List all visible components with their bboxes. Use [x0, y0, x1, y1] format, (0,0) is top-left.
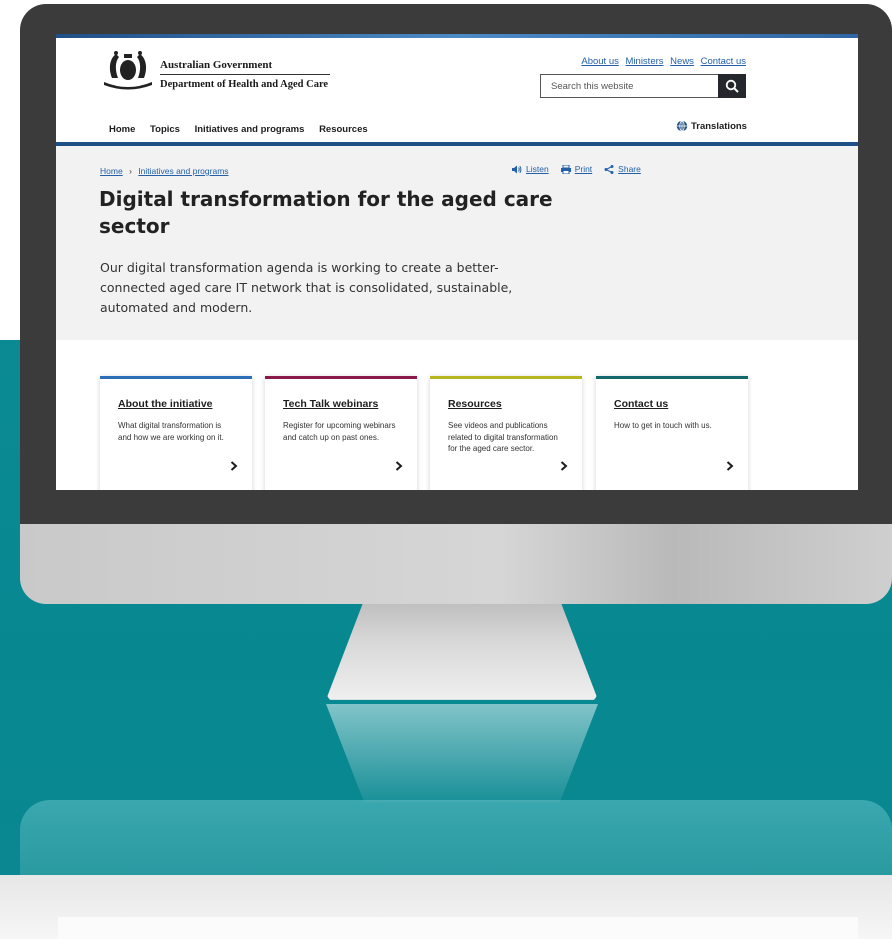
- card-title: Tech Talk webinars: [283, 398, 379, 410]
- listen-label: Listen: [526, 164, 549, 174]
- printer-icon: [560, 164, 571, 174]
- chevron-right-icon: [395, 461, 403, 471]
- about-us-link[interactable]: About us: [581, 56, 619, 67]
- monitor-reflection: [20, 800, 892, 875]
- card-contact-us[interactable]: Contact us How to get in touch with us.: [596, 376, 748, 490]
- card-accent-bar: [265, 376, 417, 379]
- share-label: Share: [618, 164, 641, 174]
- coat-of-arms-icon: [104, 51, 152, 90]
- monitor-screen: Australian Government Department of Heal…: [56, 34, 858, 490]
- translations-button[interactable]: Translations: [676, 120, 747, 132]
- print-label: Print: [574, 164, 593, 174]
- breadcrumb-home[interactable]: Home: [100, 166, 123, 176]
- share-icon: [604, 164, 614, 174]
- main-nav: Home Topics Initiatives and programs Res…: [109, 124, 380, 135]
- card-title: About the initiative: [118, 398, 213, 410]
- card-tech-talk-webinars[interactable]: Tech Talk webinars Register for upcoming…: [265, 376, 417, 490]
- card-title: Resources: [448, 398, 502, 410]
- speaker-icon: [512, 165, 522, 173]
- card-title: Contact us: [614, 398, 669, 410]
- nav-initiatives[interactable]: Initiatives and programs: [195, 124, 305, 135]
- page-intro: Our digital transformation agenda is wor…: [100, 260, 513, 315]
- globe-icon: [676, 120, 688, 132]
- nav-home[interactable]: Home: [109, 124, 135, 135]
- page-title: Digital transformation for the aged care…: [99, 187, 553, 238]
- floor-band-inner: [58, 917, 858, 939]
- card-accent-bar: [430, 376, 582, 379]
- nav-topics[interactable]: Topics: [150, 124, 180, 135]
- search-icon: [725, 79, 739, 93]
- search-button[interactable]: [718, 74, 746, 98]
- utility-links: About us Ministers News Contact us: [577, 56, 746, 67]
- monitor-chin: [20, 524, 892, 604]
- share-button[interactable]: Share: [604, 164, 641, 174]
- card-accent-bar: [596, 376, 748, 379]
- chevron-right-icon: [560, 461, 568, 471]
- chevron-right-icon: [726, 461, 734, 471]
- breadcrumb-separator: ›: [129, 166, 132, 176]
- news-link[interactable]: News: [670, 56, 694, 67]
- listen-button[interactable]: Listen: [512, 164, 549, 174]
- breadcrumb: Home › Initiatives and programs: [100, 166, 229, 176]
- card-description: Register for upcoming webinars and catch…: [283, 421, 396, 442]
- page-actions: Listen Print Share: [512, 164, 641, 174]
- breadcrumb-initiatives[interactable]: Initiatives and programs: [138, 166, 228, 176]
- monitor-stand: [326, 600, 598, 700]
- chevron-right-icon: [230, 461, 238, 471]
- search-input[interactable]: [541, 75, 729, 97]
- card-description: What digital transformation is and how w…: [118, 421, 224, 442]
- logo-divider: [160, 74, 330, 75]
- ministers-link[interactable]: Ministers: [626, 56, 664, 67]
- card-about-initiative[interactable]: About the initiative What digital transf…: [100, 376, 252, 490]
- monitor-stand-reflection: [326, 704, 598, 802]
- card-description: See videos and publications related to d…: [448, 421, 558, 453]
- card-description: How to get in touch with us.: [614, 421, 712, 430]
- print-button[interactable]: Print: [560, 164, 593, 174]
- translations-label: Translations: [691, 120, 747, 132]
- top-accent-strip: [56, 34, 858, 38]
- department-name: Department of Health and Aged Care: [160, 79, 329, 90]
- contact-us-link[interactable]: Contact us: [701, 56, 746, 67]
- nav-resources[interactable]: Resources: [319, 124, 368, 135]
- card-resources[interactable]: Resources See videos and publications re…: [430, 376, 582, 490]
- government-name: Australian Government: [160, 59, 273, 71]
- search-box: [540, 74, 746, 98]
- hero-section: Home › Initiatives and programs Listen P…: [56, 146, 858, 340]
- card-accent-bar: [100, 376, 252, 379]
